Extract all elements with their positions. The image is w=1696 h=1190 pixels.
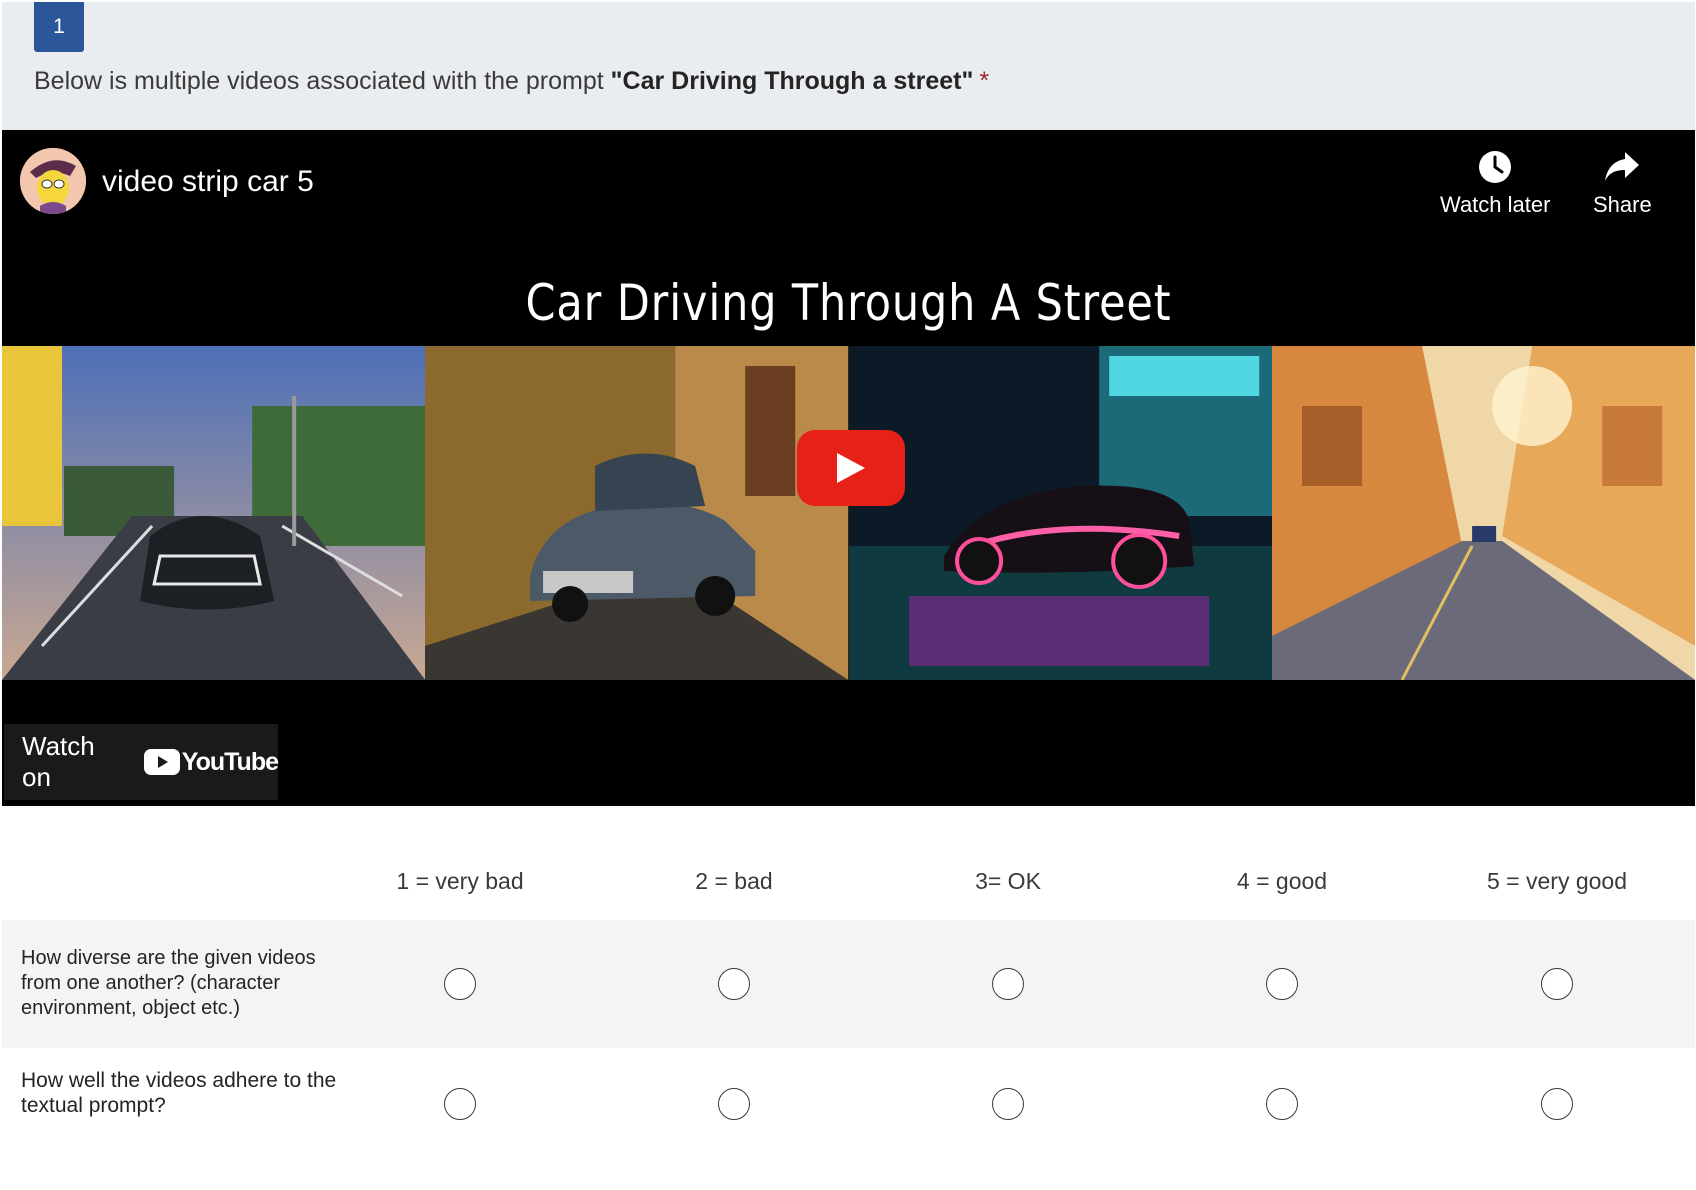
watch-on-label: Watch on (22, 731, 95, 792)
question-text-prefix: Below is multiple videos associated with… (34, 67, 611, 95)
radio-adherence-1[interactable] (444, 1088, 476, 1120)
required-mark: * (979, 67, 990, 95)
question-prompt: "Car Driving Through a street" (610, 67, 974, 95)
column-label-3: 3= OK (975, 868, 1041, 894)
rating-grid: 1 = very bad 2 = bad 3= OK 4 = good 5 = … (2, 856, 1695, 1160)
radio-diversity-1[interactable] (444, 968, 476, 1000)
play-button[interactable] (797, 430, 905, 506)
question-header: 1 Below is multiple videos associated wi… (2, 2, 1695, 130)
share-button[interactable]: Share (1593, 150, 1652, 218)
radio-adherence-3[interactable] (992, 1088, 1024, 1120)
column-label-4: 4 = good (1236, 868, 1328, 894)
radio-diversity-2[interactable] (718, 968, 750, 1000)
column-label-2: 2 = bad (695, 868, 773, 894)
rating-row-adherence: How well the videos adhere to the textua… (2, 1048, 1695, 1160)
radio-adherence-5[interactable] (1541, 1088, 1573, 1120)
watch-on-youtube-button[interactable]: Watch on YouTube (4, 724, 279, 800)
youtube-logo: YouTube (143, 747, 279, 777)
youtube-play-icon (143, 749, 180, 775)
video-frame-2 (425, 346, 849, 680)
question-number-badge: 1 (34, 2, 84, 52)
rating-grid-header: 1 = very bad 2 = bad 3= OK 4 = good 5 = … (2, 856, 1695, 920)
share-arrow-icon (1605, 152, 1640, 181)
column-label-1: 1 = very bad (396, 868, 524, 894)
watch-later-label: Watch later (1440, 192, 1551, 217)
radio-adherence-2[interactable] (718, 1088, 750, 1120)
video-frame-4 (1271, 346, 1695, 680)
video-strip-title: Car Driving Through A Street (525, 274, 1172, 332)
share-label: Share (1593, 192, 1652, 217)
row-label-adherence: How well the videos adhere to the textua… (21, 1069, 337, 1117)
video-frames-strip (2, 346, 1695, 680)
rating-row-diversity: How diverse are the given videos from on… (2, 920, 1695, 1048)
youtube-wordmark: YouTube (181, 747, 279, 776)
channel-avatar[interactable] (20, 148, 86, 214)
radio-diversity-5[interactable] (1541, 968, 1573, 1000)
row-label-diversity: How diverse are the given videos from on… (21, 947, 316, 1019)
radio-diversity-4[interactable] (1266, 968, 1298, 1000)
video-frame-3 (848, 346, 1272, 680)
question-text: Below is multiple videos associated with… (34, 67, 989, 96)
youtube-video-embed[interactable]: video strip car 5 Watch later Share Car … (2, 130, 1695, 806)
video-frame-1 (2, 346, 426, 680)
clock-icon (1479, 151, 1512, 183)
watch-later-button[interactable]: Watch later (1440, 150, 1550, 218)
radio-diversity-3[interactable] (992, 968, 1024, 1000)
video-title-link[interactable]: video strip car 5 (102, 165, 314, 199)
play-icon (837, 453, 865, 483)
column-label-5: 5 = very good (1486, 868, 1627, 894)
radio-adherence-4[interactable] (1266, 1088, 1298, 1120)
